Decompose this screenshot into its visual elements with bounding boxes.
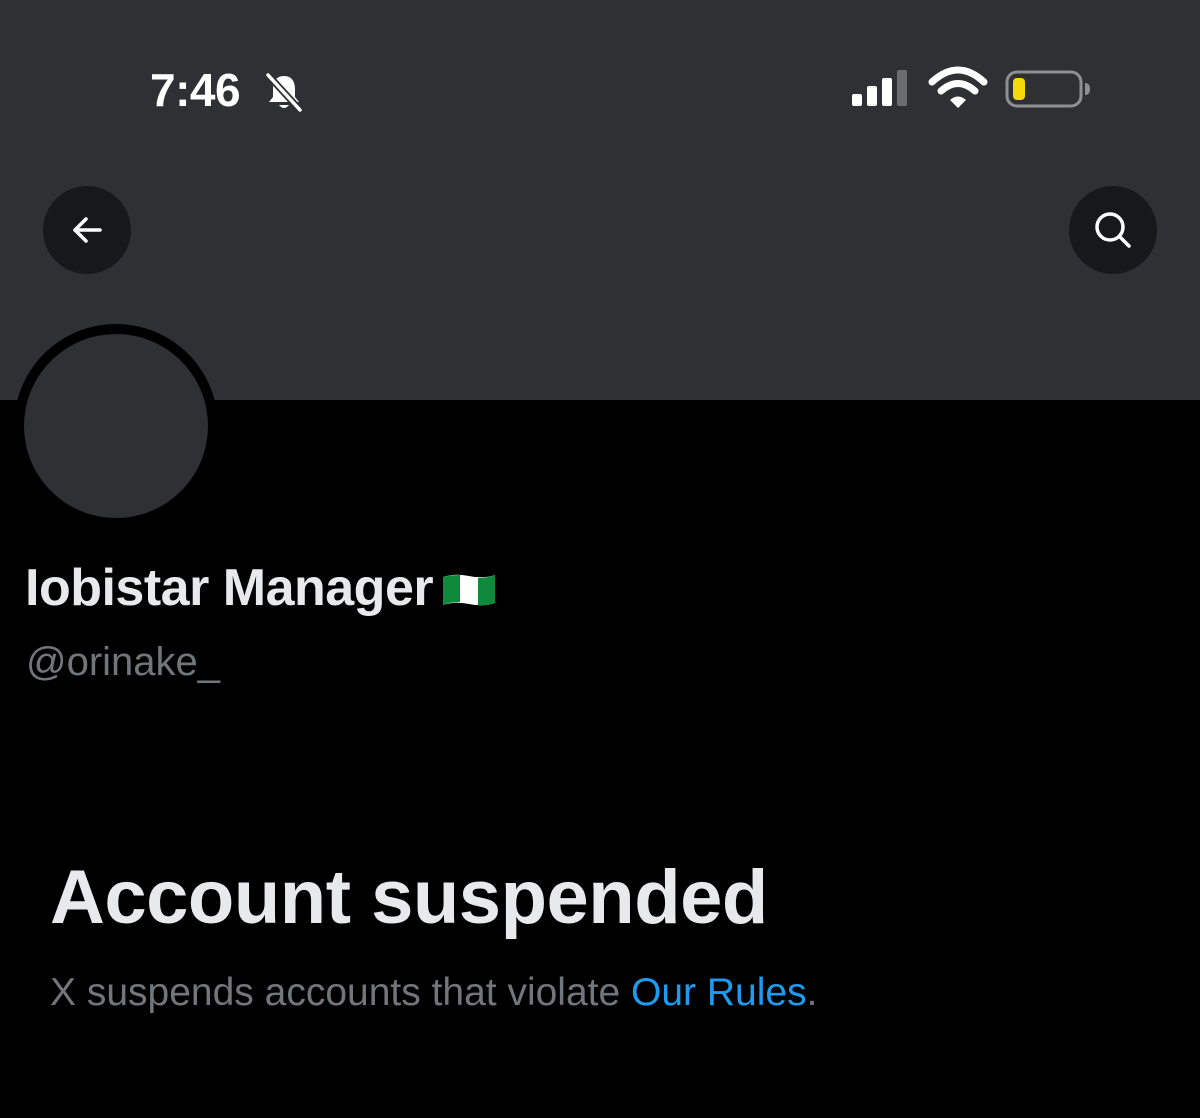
status-bar: 7:46 — [0, 0, 1200, 140]
our-rules-link[interactable]: Our Rules — [631, 971, 807, 1014]
nigeria-flag-icon — [443, 574, 496, 606]
search-icon — [1095, 212, 1131, 248]
suspension-title: Account suspended — [50, 855, 768, 940]
wifi-icon — [928, 66, 988, 108]
status-time: 7:46 — [150, 64, 241, 116]
cellular-signal-icon — [852, 70, 907, 106]
user-handle: @orinake_ — [26, 640, 221, 684]
display-name-row: Iobistar Manager — [25, 556, 497, 620]
battery-low-icon — [1005, 70, 1090, 108]
suspension-message-period: . — [806, 971, 818, 1014]
avatar[interactable] — [14, 324, 218, 528]
back-button[interactable] — [43, 186, 131, 274]
search-button[interactable] — [1069, 186, 1157, 274]
bell-slash-icon — [264, 71, 304, 114]
avatar-placeholder — [24, 334, 208, 518]
arrow-left-icon — [73, 217, 102, 243]
display-name: Iobistar Manager — [25, 559, 434, 617]
profile-screen: 7:46 Iobistar Manager @orinake_ Account … — [0, 0, 1200, 1118]
suspension-message-text: X suspends accounts that violate — [50, 971, 632, 1014]
suspension-message: X suspends accounts that violate Our Rul… — [50, 966, 817, 1020]
